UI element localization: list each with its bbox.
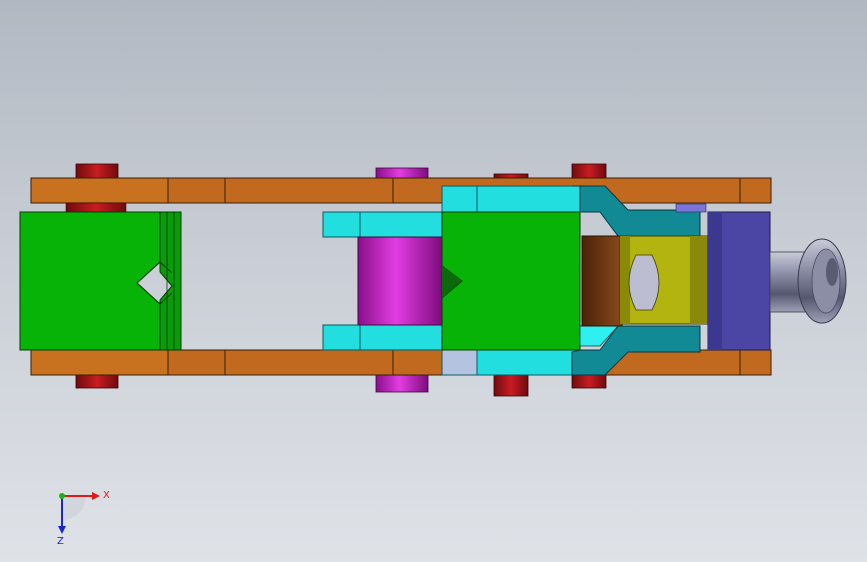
pin-2-bottom[interactable] <box>375 373 429 393</box>
x-axis-label: X <box>103 490 110 501</box>
left-green-block[interactable] <box>19 211 182 351</box>
x-axis-arrow <box>92 492 100 500</box>
z-axis-label: Z <box>57 536 64 546</box>
top-link-plate[interactable] <box>30 177 772 204</box>
pin-4-bottom[interactable] <box>571 373 607 389</box>
triad-plane <box>62 496 86 520</box>
olive-block[interactable] <box>619 235 718 325</box>
middle-bushing[interactable] <box>322 211 444 351</box>
orientation-triad: X Z <box>57 490 110 546</box>
magenta-roller[interactable] <box>357 236 443 326</box>
chain-assembly-model[interactable] <box>0 0 867 562</box>
z-axis-arrow <box>58 526 66 534</box>
shaft-end[interactable] <box>769 238 847 324</box>
right-green-block[interactable] <box>441 185 581 376</box>
y-axis-dot <box>59 493 65 499</box>
pin-3-bottom[interactable] <box>493 373 529 397</box>
bottom-link-plate[interactable] <box>30 349 772 376</box>
graphics-viewport[interactable]: X Z <box>0 0 867 562</box>
pin-1-bottom[interactable] <box>75 373 119 389</box>
inner-slot <box>581 235 623 327</box>
